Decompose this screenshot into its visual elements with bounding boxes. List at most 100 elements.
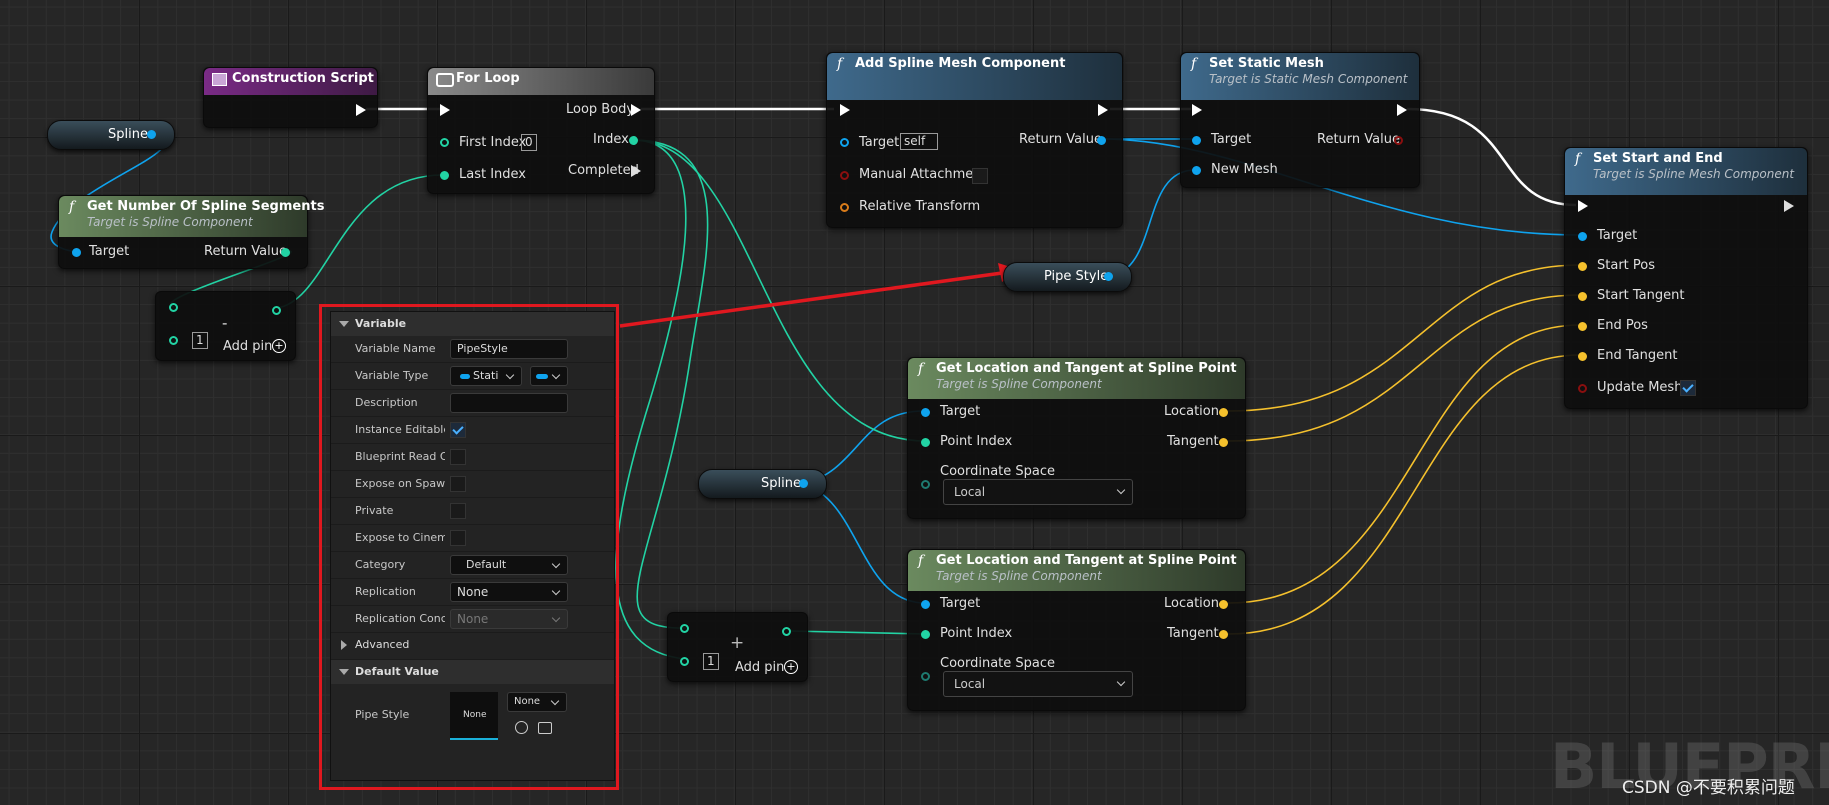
b-input-field[interactable]: 1 [192,332,208,349]
point-index-pin[interactable] [921,438,930,447]
point-index-label: Point Index [940,626,1013,641]
node-title: Get Location and Tangent at Spline Point [936,553,1237,568]
location-label: Location [1164,404,1219,419]
vector-wire [1227,294,1581,442]
node-subtitle: Target is Spline Component [936,377,1102,391]
loop-body-pin[interactable] [631,104,641,116]
first-index-pin[interactable] [440,138,449,147]
target-pin[interactable] [1578,232,1587,241]
chevron-down-icon [1116,677,1126,687]
coord-space-pin[interactable] [921,480,930,489]
add-node[interactable]: + 1 Add pin + [667,612,808,682]
coord-space-dropdown[interactable]: Local [943,479,1133,505]
spline-out-pin[interactable] [147,130,156,139]
b-input-field[interactable]: 1 [703,653,719,670]
first-index-field[interactable]: 0 [521,134,537,151]
last-index-pin[interactable] [440,171,449,180]
b-input-pin[interactable] [680,657,689,666]
completed-label: Completed [568,163,639,178]
node-subtitle: Target is Static Mesh Component [1209,72,1408,86]
target-pin[interactable] [921,600,930,609]
end-pos-pin[interactable] [1578,322,1587,331]
tangent-pin[interactable] [1219,438,1228,447]
spline-variable-node[interactable]: Spline [47,120,175,150]
pipe-style-out-pin[interactable] [1104,272,1113,281]
location-label: Location [1164,596,1219,611]
get-location-tangent-node-2[interactable]: f Get Location and Tangent at Spline Poi… [907,549,1246,711]
get-spline-segments-node[interactable]: f Get Number Of Spline Segments Target i… [58,195,324,269]
function-icon: f [69,199,75,215]
function-icon: f [837,56,843,72]
for-loop-node[interactable]: For Loop Loop Body First Index 0 Index L… [427,67,655,194]
coord-space-dropdown[interactable]: Local [943,671,1133,697]
return-value-pin[interactable] [281,248,290,257]
b-input-pin[interactable] [169,336,178,345]
node-subtitle: Target is Spline Component [936,569,1102,583]
target-label: Target [89,244,130,259]
exec-out-pin[interactable] [1784,200,1794,212]
target-label: Target [940,404,981,419]
new-mesh-pin[interactable] [1192,166,1201,175]
coord-space-pin[interactable] [921,672,930,681]
add-pin-icon[interactable]: + [272,339,286,353]
update-mesh-pin[interactable] [1578,384,1587,393]
exec-in-pin[interactable] [440,104,450,116]
target-label: Target [1597,228,1638,243]
a-input-pin[interactable] [169,303,178,312]
construction-script-node[interactable]: Construction Script [203,67,378,128]
integer-wire [789,630,926,635]
completed-pin[interactable] [631,165,641,177]
node-title: Get Location and Tangent at Spline Point [936,361,1237,376]
return-value-pin[interactable] [1394,136,1403,145]
target-pin[interactable] [921,408,930,417]
exec-out-pin[interactable] [1098,104,1108,116]
manual-attachment-checkbox[interactable] [972,168,988,184]
index-pin[interactable] [629,136,638,145]
first-index-label: First Index [459,135,527,150]
exec-out-pin[interactable] [1397,104,1407,116]
target-field[interactable]: self [900,133,938,150]
target-label: Target [1211,132,1252,147]
add-pin-label[interactable]: Add pin [223,339,272,354]
loop-body-label: Loop Body [566,102,635,117]
result-pin[interactable] [782,627,791,636]
manual-attachment-pin[interactable] [840,171,849,180]
point-index-pin[interactable] [921,630,930,639]
pipe-style-variable-node[interactable]: Pipe Style [1003,262,1132,292]
exec-in-pin[interactable] [1578,200,1588,212]
set-static-mesh-node[interactable]: f Set Static Mesh Target is Static Mesh … [1180,52,1420,188]
target-pin[interactable] [840,138,849,147]
node-title: Set Start and End [1593,151,1723,166]
tangent-pin[interactable] [1219,630,1228,639]
start-tangent-pin[interactable] [1578,292,1587,301]
relative-transform-pin[interactable] [840,203,849,212]
exec-out-pin[interactable] [356,104,366,116]
a-input-pin[interactable] [680,624,689,633]
return-value-pin[interactable] [1097,136,1106,145]
node-title: For Loop [456,71,520,86]
result-pin[interactable] [272,306,281,315]
end-tangent-pin[interactable] [1578,352,1587,361]
exec-in-pin[interactable] [1192,104,1202,116]
update-mesh-checkbox[interactable] [1680,380,1696,396]
coord-space-value: Local [954,677,986,691]
set-start-end-node[interactable]: f Set Start and End Target is Spline Mes… [1564,147,1808,409]
target-pin[interactable] [1192,136,1201,145]
add-pin-label[interactable]: Add pin [735,660,784,675]
location-pin[interactable] [1219,408,1228,417]
loop-icon [436,73,454,87]
annotation-arrow [619,271,1003,328]
end-tangent-label: End Tangent [1597,348,1678,363]
exec-in-pin[interactable] [840,104,850,116]
operator-symbol: + [730,633,745,653]
add-spline-mesh-node[interactable]: f Add Spline Mesh Component Target self … [826,52,1123,228]
spline-variable-node[interactable]: Spline [698,469,827,499]
subtract-node[interactable]: - 1 Add pin + [155,291,296,361]
get-location-tangent-node-1[interactable]: f Get Location and Tangent at Spline Poi… [907,357,1246,519]
spline-out-pin[interactable] [799,479,808,488]
start-pos-pin[interactable] [1578,262,1587,271]
location-pin[interactable] [1219,600,1228,609]
variable-label: Pipe Style [1044,269,1109,284]
add-pin-icon[interactable]: + [784,660,798,674]
target-pin[interactable] [72,248,81,257]
